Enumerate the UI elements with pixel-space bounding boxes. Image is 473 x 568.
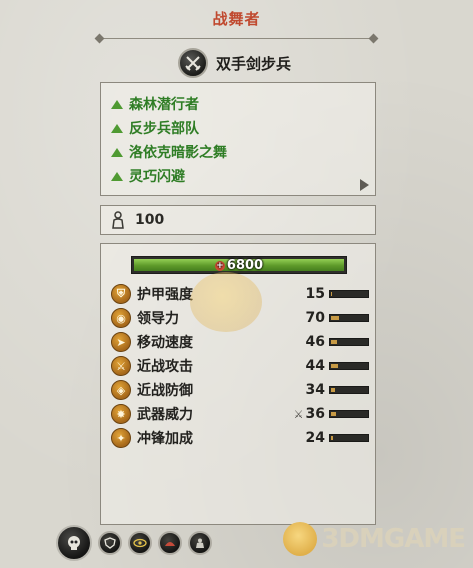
health-plus-icon: + [214,260,225,271]
stat-value: 15 [289,286,325,302]
eye-icon[interactable] [128,531,152,555]
beast-icon[interactable] [158,531,182,555]
bottom-ability-bar [56,520,224,566]
stat-number: 70 [305,310,325,326]
men-count: 100 [135,212,165,228]
stat-bar [329,314,369,322]
stat-number: 34 [305,382,325,398]
stat-bar-fill [331,436,334,440]
armor-icon: ⛨ [111,284,131,304]
stat-label: 冲锋加成 [137,431,193,447]
stat-value: 46 [289,334,325,350]
stat-value: 24 [289,430,325,446]
stat-value: 34 [289,382,325,398]
stat-bar [329,338,369,346]
stat-value: 44 [289,358,325,374]
ability-item[interactable]: 洛依克暗影之舞 [111,140,375,164]
stat-bar [329,290,369,298]
stat-bar [329,410,369,418]
speed-icon: ➤ [111,332,131,352]
ability-label: 反步兵部队 [129,121,199,137]
stat-bar-fill [331,388,336,392]
health-value: +6800 [214,257,264,273]
melee-attack-icon: ⚔ [111,356,131,376]
soldier-icon[interactable] [188,531,212,555]
melee-defense-icon: ◈ [111,380,131,400]
stat-number: 46 [305,334,325,350]
watermark-mascot [190,272,262,332]
unit-name: 战舞者 [212,10,261,28]
stat-melee-attack[interactable]: ⚔ 近战攻击 44 [111,354,371,378]
stat-label: 近战攻击 [137,359,193,375]
abilities-panel: 森林潜行者 反步兵部队 洛依克暗影之舞 灵巧闪避 [100,82,376,196]
stat-bar-fill [331,316,340,320]
skull-icon[interactable] [56,525,92,561]
stat-bar [329,434,369,442]
shield-icon[interactable] [98,531,122,555]
watermark-bird-icon [283,522,318,556]
ability-item[interactable]: 森林潜行者 [111,92,375,116]
men-panel: 100 [100,205,376,235]
charge-bonus-icon: ✦ [111,428,131,448]
ability-label: 洛依克暗影之舞 [129,145,227,161]
stat-bar-fill [331,364,338,368]
soldier-silhouette-icon [112,211,124,229]
stat-charge-bonus[interactable]: ✦ 冲锋加成 24 [111,426,371,450]
health-bar-fill: +6800 [134,257,344,273]
leadership-icon: ◉ [111,308,131,328]
weapon-strength-icon: ✸ [111,404,131,424]
stat-bar [329,362,369,370]
stat-number: 15 [305,286,325,302]
watermark-text: 3DMGAME [321,524,466,554]
stat-value: ⚔ 36 [289,406,325,422]
stat-bar-fill [331,292,332,296]
expand-arrow-icon[interactable] [360,179,369,191]
stat-label: 移动速度 [137,335,193,351]
green-triangle-icon [111,99,123,109]
ability-label: 森林潜行者 [129,97,199,113]
stat-bar-fill [331,412,337,416]
unit-type-label: 双手剑步兵 [216,54,292,73]
weapon-modifier-icon: ⚔ [293,407,304,421]
health-bar: +6800 [131,256,347,274]
stat-number: 24 [305,430,325,446]
watermark: 3DMGAME [283,522,466,556]
stat-bar [329,386,369,394]
green-triangle-icon [111,171,123,181]
stat-number: 44 [305,358,325,374]
green-triangle-icon [111,147,123,157]
stat-bar-fill [331,340,337,344]
unit-type: 双手剑步兵 [178,46,291,80]
ability-item[interactable]: 反步兵部队 [111,116,375,140]
green-triangle-icon [111,123,123,133]
crossed-swords-icon [178,48,208,78]
stat-label: 近战防御 [137,383,193,399]
health-number: 6800 [226,257,264,273]
stat-value: 70 [289,310,325,326]
ability-label: 灵巧闪避 [129,169,185,185]
stat-label: 武器威力 [137,407,193,423]
stat-melee-defense[interactable]: ◈ 近战防御 34 [111,378,371,402]
ability-item[interactable]: 灵巧闪避 [111,164,375,188]
stat-number: 36 [305,406,325,422]
stat-speed[interactable]: ➤ 移动速度 46 [111,330,371,354]
stat-weapon-strength[interactable]: ✸ 武器威力 ⚔ 36 [111,402,371,426]
